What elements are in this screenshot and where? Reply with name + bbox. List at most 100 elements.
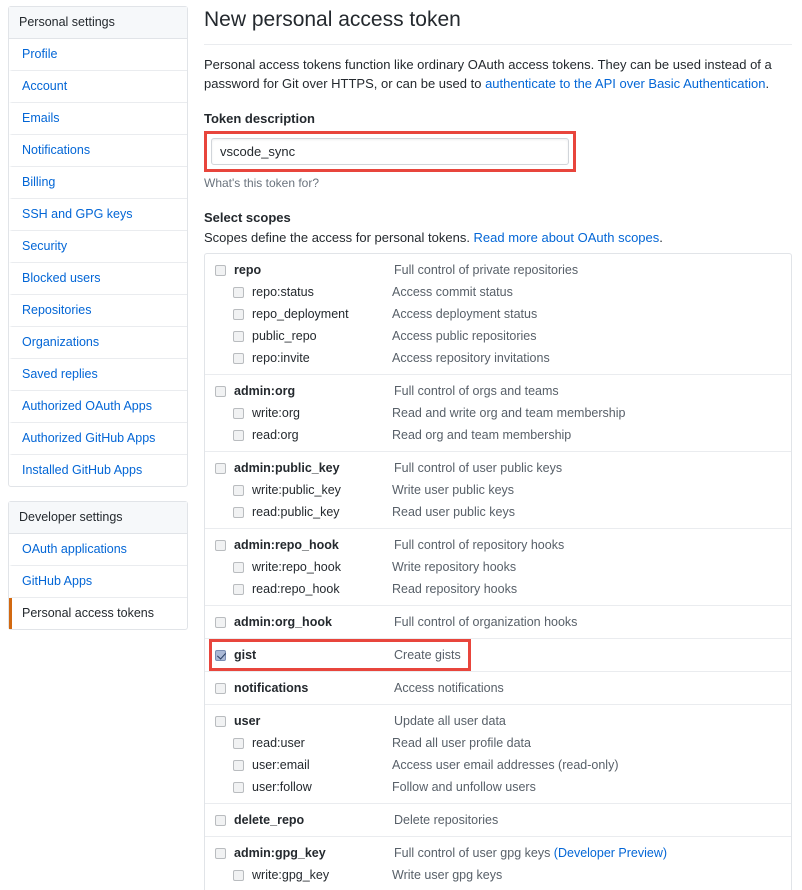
scope-checkbox-read-org[interactable] [233, 429, 244, 441]
sidebar-group-1: Developer settings OAuth applications GitH… [8, 501, 188, 630]
scope-description: Create gists [394, 646, 461, 664]
scope-row[interactable]: repo Full control of private repositories [205, 259, 791, 281]
token-description-label: Token description [204, 111, 315, 126]
authenticate-api-link[interactable]: authenticate to the API over Basic Authe… [485, 76, 765, 91]
scope-row[interactable]: user:email Access user email addresses (r… [205, 754, 791, 776]
scope-checkbox-admin-org-hook[interactable] [215, 616, 226, 628]
sidebar-item-emails[interactable]: Emails [9, 103, 187, 135]
scope-description-text: Create gists [394, 648, 461, 662]
sidebar-group-header: Developer settings [9, 502, 187, 534]
sidebar-item-saved-replies[interactable]: Saved replies [9, 359, 187, 391]
intro-text-part2: . [765, 76, 770, 91]
sidebar-group-0: Personal settings Profile Account Emails Not… [8, 6, 188, 487]
scope-checkbox-read-user[interactable] [233, 737, 244, 749]
sidebar-item-account[interactable]: Account [9, 71, 187, 103]
scope-row[interactable]: user Update all user data [205, 710, 791, 732]
scope-name: notifications [234, 681, 309, 695]
sidebar-item-personal-access-tokens[interactable]: Personal access tokens [9, 598, 187, 629]
scope-checkbox-admin-gpg-key[interactable] [215, 847, 226, 859]
scope-group: gist Create gists [205, 639, 791, 672]
sidebar-item-security[interactable]: Security [9, 231, 187, 263]
scope-row[interactable]: read:repo_hook Read repository hooks [205, 578, 791, 600]
scope-description: Access deployment status [392, 305, 537, 323]
sidebar-item-authorized-github-apps[interactable]: Authorized GitHub Apps [9, 423, 187, 455]
sidebar-group-header: Personal settings [9, 7, 187, 39]
sidebar-item-notifications[interactable]: Notifications [9, 135, 187, 167]
scope-name: write:public_key [252, 483, 341, 497]
scope-checkbox-admin-repo-hook[interactable] [215, 539, 226, 551]
scope-checkbox-write-gpg-key[interactable] [233, 869, 244, 881]
scope-row[interactable]: admin:public_key Full control of user pub… [205, 457, 791, 479]
scope-name: repo:invite [252, 351, 310, 365]
sidebar-item-oauth-applications[interactable]: OAuth applications [9, 534, 187, 566]
scope-row[interactable]: read:gpg_keyRead user gpg keys [205, 886, 791, 890]
scope-checkbox-delete-repo[interactable] [215, 814, 226, 826]
scope-row[interactable]: read:public_key Read user public keys [205, 501, 791, 523]
scope-description: Read user public keys [392, 503, 515, 521]
scope-name: write:gpg_key [252, 868, 330, 882]
scope-row[interactable]: repo_deployment Access deployment status [205, 303, 791, 325]
sidebar-item-github-apps[interactable]: GitHub Apps [9, 566, 187, 598]
scope-description-text: Full control of organization hooks [394, 615, 578, 629]
main-content: New personal access token Personal acces… [204, 6, 792, 890]
scope-checkbox-gist[interactable] [215, 649, 226, 661]
sidebar-item-blocked-users[interactable]: Blocked users [9, 263, 187, 295]
scope-checkbox-write-org[interactable] [233, 407, 244, 419]
scope-row[interactable]: write:gpg_key Write user gpg keys [205, 864, 791, 886]
scope-checkbox-admin-public-key[interactable] [215, 462, 226, 474]
scope-checkbox-read-public-key[interactable] [233, 506, 244, 518]
oauth-scopes-link[interactable]: Read more about OAuth scopes [474, 230, 660, 245]
scope-checkbox-repo-status[interactable] [233, 286, 244, 298]
scopes-subtext-part1: Scopes define the access for personal to… [204, 230, 474, 245]
scope-checkbox-read-repo-hook[interactable] [233, 583, 244, 595]
scope-checkbox-public-repo[interactable] [233, 330, 244, 342]
scope-row[interactable]: notifications Access notifications [205, 677, 791, 699]
scope-row[interactable]: write:repo_hook Write repository hooks [205, 556, 791, 578]
scope-name: admin:repo_hook [234, 538, 339, 552]
scope-checkbox-write-public-key[interactable] [233, 484, 244, 496]
sidebar-item-organizations[interactable]: Organizations [9, 327, 187, 359]
developer-preview-link[interactable]: (Developer Preview) [554, 846, 667, 860]
scope-name: user [234, 714, 261, 728]
scope-row[interactable]: user:follow Follow and unfollow users [205, 776, 791, 798]
scope-row[interactable]: public_repo Access public repositories [205, 325, 791, 347]
scope-row[interactable]: read:user Read all user profile data [205, 732, 791, 754]
scope-row[interactable]: admin:repo_hook Full control of repositor… [205, 534, 791, 556]
scope-group: delete_repo Delete repositories [205, 804, 791, 837]
scope-group: repo Full control of private repositories… [205, 254, 791, 375]
scope-row[interactable]: admin:org_hook Full control of organizati… [205, 611, 791, 633]
scope-row[interactable]: repo:invite Access repository invitations [205, 347, 791, 369]
scope-checkbox-user-email[interactable] [233, 759, 244, 771]
scope-checkbox-repo[interactable] [215, 264, 226, 276]
scope-row[interactable]: delete_repo Delete repositories [205, 809, 791, 831]
scope-checkbox-repo-invite[interactable] [233, 352, 244, 364]
scope-row[interactable]: repo:status Access commit status [205, 281, 791, 303]
scope-checkbox-notifications[interactable] [215, 682, 226, 694]
scope-row[interactable]: admin:gpg_key Full control of user gpg ke… [205, 842, 791, 864]
scope-checkbox-user-follow[interactable] [233, 781, 244, 793]
scope-row[interactable]: write:public_key Write user public keys [205, 479, 791, 501]
scope-checkbox-repo-deployment[interactable] [233, 308, 244, 320]
scope-description: Access repository invitations [392, 349, 550, 367]
scope-description: Full control of private repositories [394, 261, 578, 279]
scope-checkbox-write-repo-hook[interactable] [233, 561, 244, 573]
sidebar-item-ssh-and-gpg-keys[interactable]: SSH and GPG keys [9, 199, 187, 231]
scope-row[interactable]: gist Create gists [205, 644, 791, 666]
scope-row[interactable]: write:org Read and write org and team mem… [205, 402, 791, 424]
token-description-input[interactable] [211, 138, 569, 165]
sidebar-item-installed-github-apps[interactable]: Installed GitHub Apps [9, 455, 187, 486]
scope-group: notifications Access notifications [205, 672, 791, 705]
scope-name: repo_deployment [252, 307, 349, 321]
sidebar-item-profile[interactable]: Profile [9, 39, 187, 71]
scope-description-text: Follow and unfollow users [392, 780, 536, 794]
scope-description: Write repository hooks [392, 558, 516, 576]
sidebar-item-billing[interactable]: Billing [9, 167, 187, 199]
scope-row[interactable]: read:org Read org and team membership [205, 424, 791, 446]
scope-checkbox-admin-org[interactable] [215, 385, 226, 397]
sidebar-item-authorized-oauth-apps[interactable]: Authorized OAuth Apps [9, 391, 187, 423]
scope-description-text: Full control of private repositories [394, 263, 579, 277]
sidebar-item-repositories[interactable]: Repositories [9, 295, 187, 327]
scope-checkbox-user[interactable] [215, 715, 226, 727]
scope-name: read:org [252, 428, 299, 442]
scope-row[interactable]: admin:org Full control of orgs and teams [205, 380, 791, 402]
